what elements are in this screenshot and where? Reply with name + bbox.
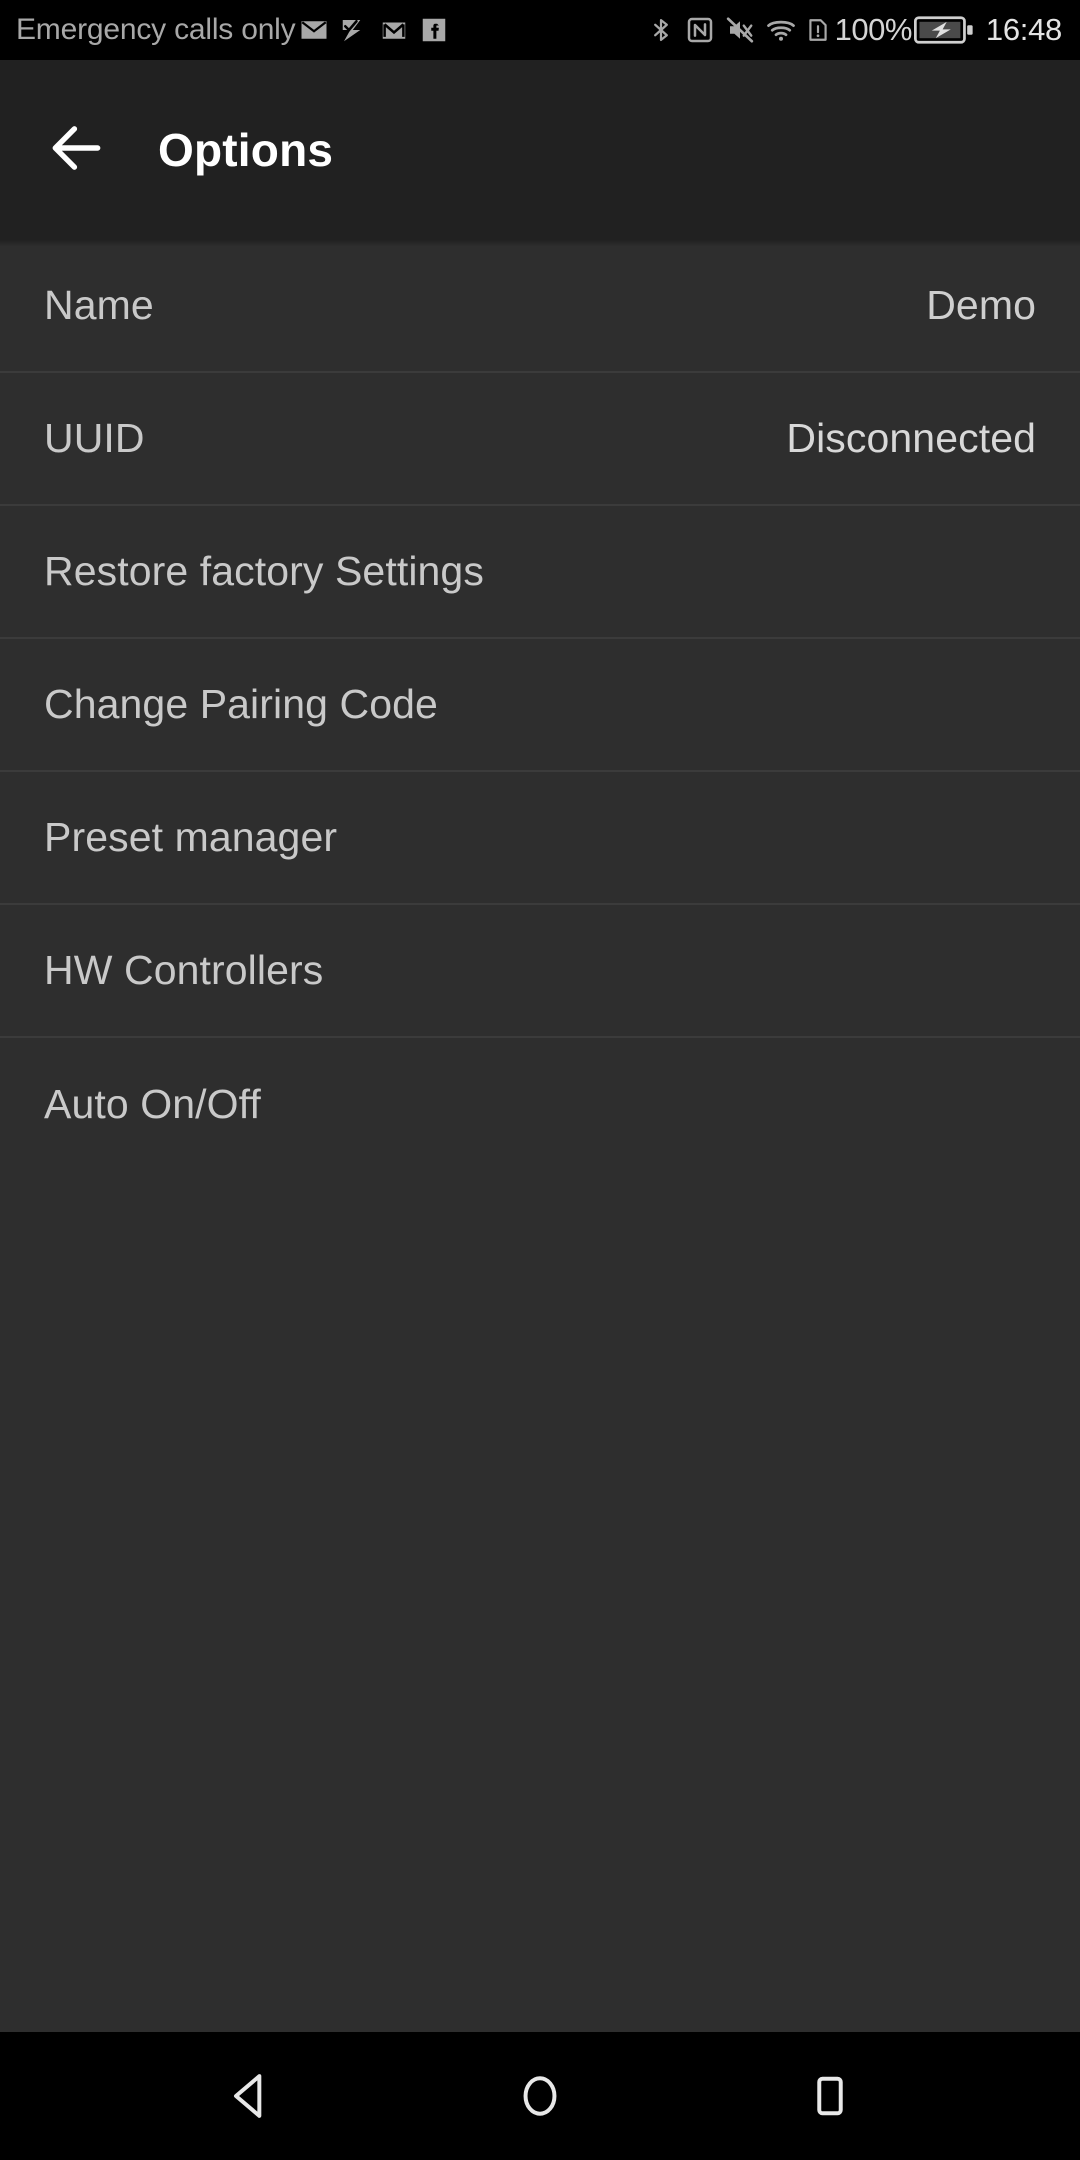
wifi-icon [765,15,797,45]
list-item-name[interactable]: Name Demo [0,240,1080,373]
list-item-auto-on-off[interactable]: Auto On/Off [0,1038,1080,1171]
carrier-label: Emergency calls only [16,13,296,46]
page-title: Options [158,124,334,176]
phone-screen: Emergency calls only 100% 16:48 Options … [0,0,1080,2160]
list-item-label: UUID [44,415,145,461]
connection-status-value: Disconnected [786,415,1036,461]
bluetooth-icon [647,15,675,45]
nav-recents-button[interactable] [770,2036,890,2156]
list-item-label: HW Controllers [44,947,324,993]
tasks-check-icon [339,15,369,45]
battery-charging-icon [913,15,974,45]
nav-back-button[interactable] [190,2036,310,2156]
status-bar: Emergency calls only 100% 16:48 [0,0,1080,60]
facebook-icon [419,15,449,45]
list-item-label: Auto On/Off [44,1081,261,1127]
battery-percent-label: 100% [834,12,913,47]
volume-mute-icon [725,15,755,45]
back-button[interactable] [44,117,110,183]
square-recents-icon [802,2068,858,2124]
app-bar: Options [0,60,1080,247]
nfc-icon [685,15,715,45]
email-icon [299,15,329,45]
list-item-value: Demo [926,282,1036,328]
list-item-label: Restore factory Settings [44,548,484,594]
gmail-icon [379,15,409,45]
list-item-change-pairing-code[interactable]: Change Pairing Code [0,639,1080,772]
list-item-preset-manager[interactable]: Preset manager [0,772,1080,905]
nav-home-button[interactable] [480,2036,600,2156]
list-item-label: Name [44,282,154,328]
list-item-hw-controllers[interactable]: HW Controllers [0,905,1080,1038]
clock-label: 16:48 [985,12,1062,47]
list-item-restore-factory-settings[interactable]: Restore factory Settings [0,506,1080,639]
triangle-back-icon [222,2068,278,2124]
list-item-label: Preset manager [44,814,338,860]
list-item-label: Change Pairing Code [44,681,438,727]
android-nav-bar [0,2032,1080,2160]
status-bar-left: Emergency calls only [16,13,647,47]
status-bar-right: 100% 16:48 [647,12,1062,48]
options-list: Name Demo UUID Disconnected Restore fact… [0,240,1080,2032]
arrow-left-icon [46,117,108,184]
list-item-uuid[interactable]: UUID Disconnected [0,373,1080,506]
circle-home-icon [512,2068,568,2124]
sim-alert-icon [805,15,831,45]
